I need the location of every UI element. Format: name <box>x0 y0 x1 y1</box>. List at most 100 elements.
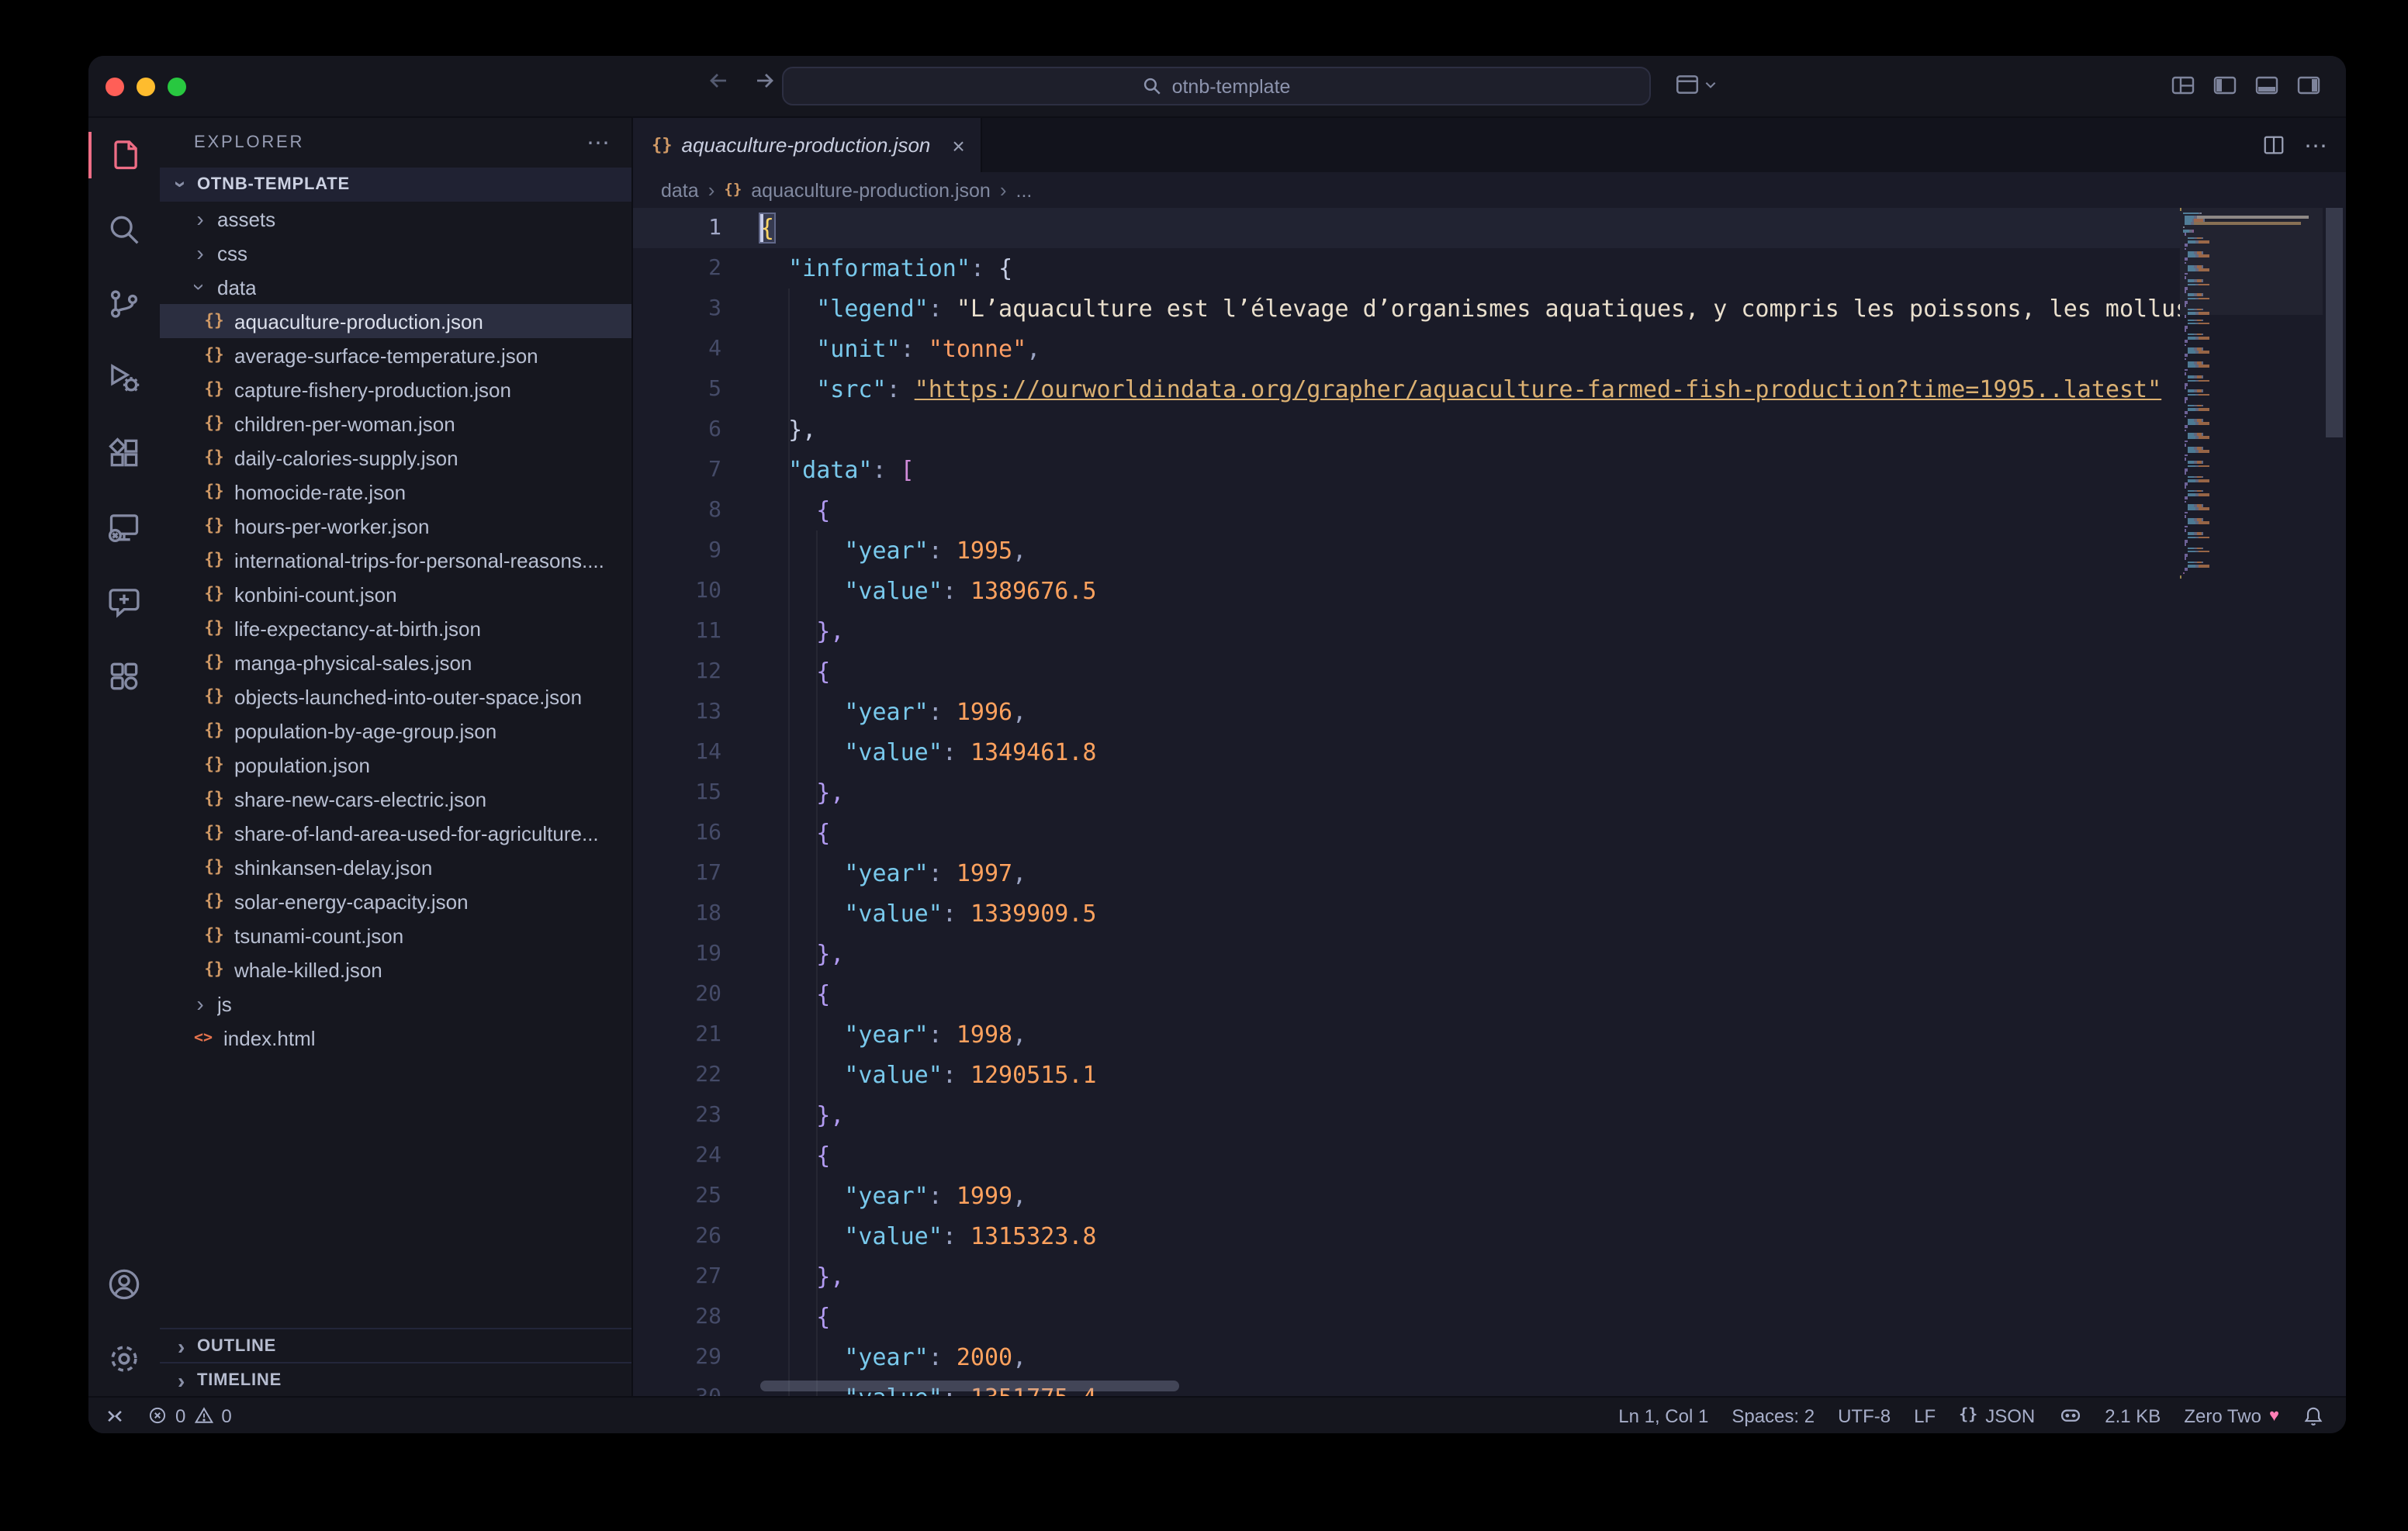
code-line[interactable]: 10 "value": 1389676.5 <box>633 571 2180 611</box>
account-icon[interactable] <box>88 1247 160 1322</box>
code-line[interactable]: 4 "unit": "tonne", <box>633 329 2180 369</box>
minimap[interactable] <box>2180 208 2323 1396</box>
file-row[interactable]: {}daily-calories-supply.json <box>160 441 631 475</box>
code-line[interactable]: 21 "year": 1998, <box>633 1014 2180 1055</box>
outline-section-header[interactable]: › OUTLINE <box>160 1328 631 1362</box>
code-line[interactable]: 20 { <box>633 974 2180 1014</box>
breadcrumb-folder[interactable]: data <box>661 179 699 201</box>
problems-indicator[interactable]: 0 0 <box>147 1405 232 1426</box>
code-editor[interactable]: 1{2 "information": {3 "legend": "L’aquac… <box>633 208 2346 1396</box>
search-sidebar-icon[interactable] <box>88 192 160 267</box>
apps-icon[interactable] <box>88 639 160 714</box>
status-eol[interactable]: LF <box>1914 1405 1936 1426</box>
code-line[interactable]: 24 { <box>633 1135 2180 1176</box>
file-row[interactable]: {}homocide-rate.json <box>160 475 631 509</box>
code-line[interactable]: 26 "value": 1315323.8 <box>633 1216 2180 1256</box>
code-line[interactable]: 3 "legend": "L’aquaculture est l’élevage… <box>633 289 2180 329</box>
navigate-forward-icon[interactable] <box>752 68 777 93</box>
breadcrumb-symbol-more[interactable]: ... <box>1016 179 1033 201</box>
close-window-button[interactable] <box>106 78 124 96</box>
code-line[interactable]: 25 "year": 1999, <box>633 1176 2180 1216</box>
vertical-scrollbar[interactable] <box>2323 208 2346 1396</box>
settings-gear-icon[interactable] <box>88 1322 160 1396</box>
code-line[interactable]: 15 }, <box>633 772 2180 813</box>
extensions-icon[interactable] <box>88 416 160 490</box>
status-indentation[interactable]: Spaces: 2 <box>1732 1405 1815 1426</box>
file-row[interactable]: {}aquaculture-production.json <box>160 304 631 338</box>
project-root-row[interactable]: › OTNB-TEMPLATE <box>160 168 631 202</box>
code-line[interactable]: 28 { <box>633 1297 2180 1337</box>
timeline-section-header[interactable]: › TIMELINE <box>160 1362 631 1396</box>
minimize-window-button[interactable] <box>137 78 155 96</box>
toggle-secondary-sidebar-icon[interactable] <box>2296 73 2321 98</box>
zoom-window-button[interactable] <box>168 78 186 96</box>
code-line[interactable]: 5 "src": "https://ourworldindata.org/gra… <box>633 369 2180 410</box>
code-line[interactable]: 6 }, <box>633 410 2180 450</box>
explorer-icon[interactable] <box>88 118 160 192</box>
file-row[interactable]: {}international-trips-for-personal-reaso… <box>160 543 631 577</box>
file-row[interactable]: {}manga-physical-sales.json <box>160 645 631 679</box>
code-line[interactable]: 16 { <box>633 813 2180 853</box>
file-row[interactable]: {}share-new-cars-electric.json <box>160 782 631 816</box>
code-line[interactable]: 8 { <box>633 490 2180 530</box>
file-row[interactable]: {}hours-per-worker.json <box>160 509 631 543</box>
toggle-primary-sidebar-icon[interactable] <box>2213 73 2237 98</box>
new-window-dropdown-icon[interactable] <box>1674 71 1718 98</box>
code-line[interactable]: 19 }, <box>633 934 2180 974</box>
source-control-icon[interactable] <box>88 267 160 341</box>
run-and-debug-icon[interactable] <box>88 341 160 416</box>
file-row[interactable]: {}shinkansen-delay.json <box>160 850 631 884</box>
code-line[interactable]: 17 "year": 1997, <box>633 853 2180 893</box>
code-line[interactable]: 14 "value": 1349461.8 <box>633 732 2180 772</box>
copilot-icon[interactable] <box>2058 1404 2081 1427</box>
notifications-bell-icon[interactable] <box>2302 1405 2324 1426</box>
code-line[interactable]: 9 "year": 1995, <box>633 530 2180 571</box>
file-row[interactable]: <>index.html <box>160 1021 631 1055</box>
file-row[interactable]: {}life-expectancy-at-birth.json <box>160 611 631 645</box>
code-line[interactable]: 11 }, <box>633 611 2180 651</box>
file-row[interactable]: {}population-by-age-group.json <box>160 714 631 748</box>
explorer-actions-button[interactable]: ⋯ <box>586 129 610 157</box>
status-encoding[interactable]: UTF-8 <box>1838 1405 1891 1426</box>
tab-aquaculture-production[interactable]: {} aquaculture-production.json × <box>633 118 982 172</box>
chat-icon[interactable] <box>88 565 160 639</box>
file-row[interactable]: {}tsunami-count.json <box>160 918 631 952</box>
folder-row[interactable]: ›data <box>160 270 631 304</box>
code-line[interactable]: 2 "information": { <box>633 248 2180 289</box>
horizontal-scrollbar-thumb[interactable] <box>760 1381 1179 1391</box>
toggle-panel-icon[interactable] <box>2254 73 2279 98</box>
folder-row[interactable]: ›css <box>160 236 631 270</box>
remote-indicator-icon[interactable] <box>104 1405 126 1426</box>
file-row[interactable]: {}average-surface-temperature.json <box>160 338 631 372</box>
status-theme[interactable]: Zero Two ♥ <box>2184 1405 2279 1426</box>
file-row[interactable]: {}solar-energy-capacity.json <box>160 884 631 918</box>
file-row[interactable]: {}konbini-count.json <box>160 577 631 611</box>
command-center-search[interactable]: otnb-template <box>782 67 1651 105</box>
code-line[interactable]: 22 "value": 1290515.1 <box>633 1055 2180 1095</box>
code-line[interactable]: 7 "data": [ <box>633 450 2180 490</box>
code-line[interactable]: 27 }, <box>633 1256 2180 1297</box>
file-row[interactable]: {}whale-killed.json <box>160 952 631 987</box>
status-language-mode[interactable]: {} JSON <box>1959 1405 2035 1426</box>
folder-row[interactable]: ›js <box>160 987 631 1021</box>
breadcrumb-file[interactable]: aquaculture-production.json <box>751 179 991 201</box>
editor-more-actions-icon[interactable]: ⋯ <box>2304 131 2327 159</box>
vertical-scrollbar-thumb[interactable] <box>2326 208 2343 437</box>
code-line[interactable]: 29 "year": 2000, <box>633 1337 2180 1377</box>
navigate-back-icon[interactable] <box>706 68 731 93</box>
folder-row[interactable]: ›assets <box>160 202 631 236</box>
split-editor-icon[interactable] <box>2262 133 2285 157</box>
status-line-col[interactable]: Ln 1, Col 1 <box>1618 1405 1708 1426</box>
code-line[interactable]: 23 }, <box>633 1095 2180 1135</box>
code-line[interactable]: 1{ <box>633 208 2180 248</box>
remote-explorer-icon[interactable] <box>88 490 160 565</box>
code-line[interactable]: 13 "year": 1996, <box>633 692 2180 732</box>
file-row[interactable]: {}share-of-land-area-used-for-agricultur… <box>160 816 631 850</box>
file-row[interactable]: {}children-per-woman.json <box>160 406 631 441</box>
close-tab-icon[interactable]: × <box>952 133 964 157</box>
file-row[interactable]: {}objects-launched-into-outer-space.json <box>160 679 631 714</box>
customize-layout-icon[interactable] <box>2171 73 2195 98</box>
file-row[interactable]: {}capture-fishery-production.json <box>160 372 631 406</box>
code-line[interactable]: 18 "value": 1339909.5 <box>633 893 2180 934</box>
status-file-size[interactable]: 2.1 KB <box>2105 1405 2161 1426</box>
